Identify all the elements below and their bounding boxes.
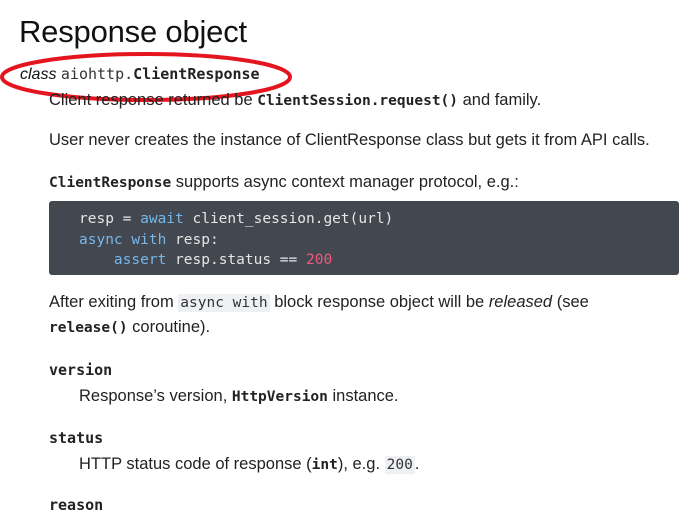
attr-status-post: . bbox=[414, 455, 420, 473]
http-version-link[interactable]: HttpVersion bbox=[232, 389, 328, 405]
attr-status-pre: HTTP status code of response ( bbox=[79, 455, 312, 473]
para-context-manager: ClientResponse supports async context ma… bbox=[49, 173, 519, 192]
para4-pre: After exiting from bbox=[49, 293, 179, 311]
int-link[interactable]: int bbox=[312, 457, 338, 473]
code-example-block: resp = await client_session.get(url) asy… bbox=[49, 201, 679, 275]
para3-text: supports async context manager protocol,… bbox=[171, 173, 519, 191]
para-user-never-creates: User never creates the instance of Clien… bbox=[49, 131, 650, 149]
client-response-ref: ClientResponse bbox=[49, 175, 172, 191]
code-line-2: async with resp: bbox=[79, 231, 219, 248]
attr-status-mid: ), e.g. bbox=[337, 455, 385, 473]
released-em: released bbox=[488, 293, 553, 311]
para-after-exiting-line2: release() coroutine). bbox=[49, 318, 210, 337]
attr-version-desc: Response’s version, HttpVersion instance… bbox=[79, 387, 399, 406]
code-line-3: assert resp.status == 200 bbox=[113, 252, 333, 268]
para4-mid: block response object will be bbox=[269, 293, 489, 311]
attr-status-name: status bbox=[49, 429, 104, 447]
para-after-exiting: After exiting from async with block resp… bbox=[49, 293, 589, 312]
attr-version-name: version bbox=[49, 361, 113, 379]
async-with-code: async with bbox=[178, 294, 270, 312]
code-line-1: resp = await client_session.get(url) bbox=[79, 211, 394, 227]
class-name: ClientResponse bbox=[133, 65, 260, 83]
status-200-code: 200 bbox=[384, 456, 415, 474]
attr-version-post: instance. bbox=[327, 387, 399, 405]
class-signature: class aiohttp.ClientResponse bbox=[20, 65, 260, 84]
para1-post: and family. bbox=[458, 91, 542, 109]
page-title: Response object bbox=[19, 14, 247, 49]
class-keyword: class bbox=[20, 66, 57, 83]
para1-text: Client response returned be bbox=[49, 91, 258, 109]
class-module: aiohttp. bbox=[60, 65, 134, 83]
client-session-request-link[interactable]: ClientSession.request() bbox=[257, 93, 458, 109]
para4-post: (see bbox=[552, 293, 589, 311]
attr-reason-name-partial: reason bbox=[49, 496, 104, 514]
attr-version-pre: Response’s version, bbox=[79, 387, 232, 405]
para-client-response-returned: Client response returned be ClientSessio… bbox=[49, 91, 541, 110]
para4-line2-post: coroutine). bbox=[127, 318, 211, 336]
attr-status-desc: HTTP status code of response (int), e.g.… bbox=[79, 455, 419, 474]
release-link[interactable]: release() bbox=[49, 320, 128, 336]
